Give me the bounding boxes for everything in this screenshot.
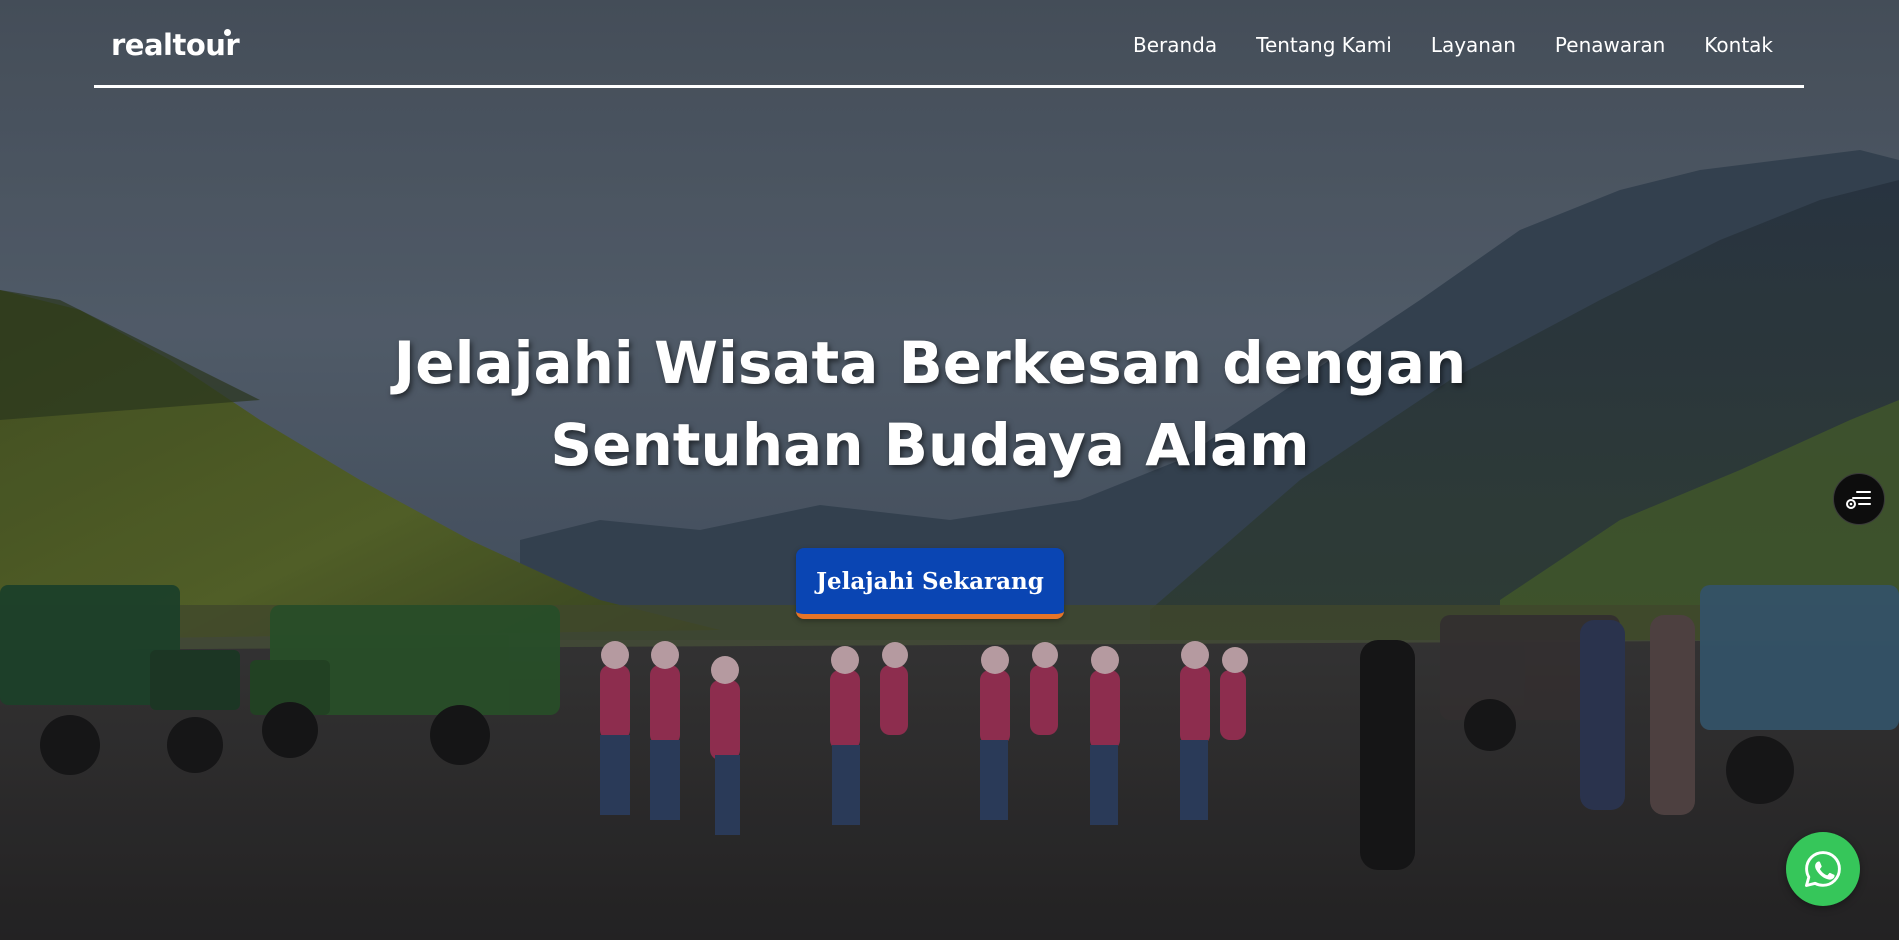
nav-item-kontak[interactable]: Kontak <box>1704 33 1773 57</box>
nav-item-beranda[interactable]: Beranda <box>1133 33 1217 57</box>
whatsapp-button[interactable] <box>1786 832 1860 906</box>
hero-title: Jelajahi Wisata Berkesan dengan Sentuhan… <box>0 322 1860 486</box>
main-nav: Beranda Tentang Kami Layanan Penawaran K… <box>1133 33 1773 57</box>
explore-now-button[interactable]: Jelajahi Sekarang <box>796 548 1064 619</box>
nav-item-layanan[interactable]: Layanan <box>1431 33 1516 57</box>
top-navbar: realtour Beranda Tentang Kami Layanan Pe… <box>94 0 1804 88</box>
hero-title-line-1: Jelajahi Wisata Berkesan dengan <box>393 329 1467 397</box>
list-settings-icon <box>1846 491 1871 509</box>
hero-title-line-2: Sentuhan Budaya Alam <box>550 411 1310 479</box>
hero-section: realtour Beranda Tentang Kami Layanan Pe… <box>0 0 1899 940</box>
nav-item-penawaran[interactable]: Penawaran <box>1555 33 1665 57</box>
brand-logo[interactable]: realtour <box>111 28 240 62</box>
side-menu-button[interactable] <box>1833 473 1885 525</box>
whatsapp-icon <box>1805 851 1841 887</box>
logo-dot <box>224 29 231 36</box>
nav-item-tentang-kami[interactable]: Tentang Kami <box>1256 33 1392 57</box>
